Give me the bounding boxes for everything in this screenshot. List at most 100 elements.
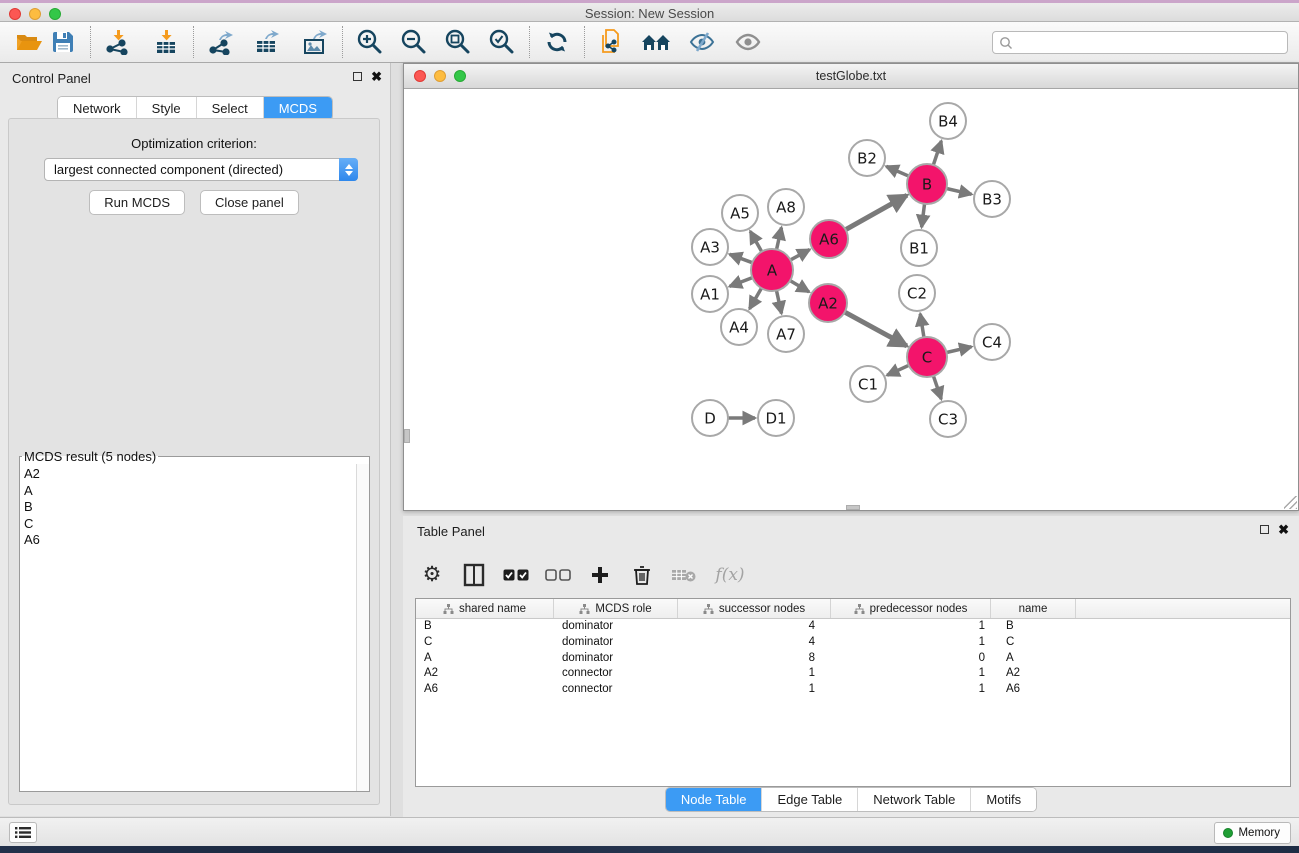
edge-C-C2[interactable]	[920, 314, 924, 337]
edge-C-C1[interactable]	[887, 365, 909, 375]
column-header-successor-nodes[interactable]: successor nodes	[678, 599, 831, 618]
zoom-selected-button[interactable]	[485, 25, 519, 59]
table-row[interactable]: A6connector11A6	[416, 682, 1290, 698]
refresh-button[interactable]	[540, 25, 574, 59]
graph-node-C[interactable]: C	[907, 337, 947, 377]
edge-A-A5[interactable]	[750, 231, 761, 251]
graph-node-A2[interactable]: A2	[809, 284, 847, 322]
graph-node-A[interactable]: A	[751, 249, 793, 291]
close-table-panel-icon[interactable]: ✖	[1278, 524, 1289, 535]
edge-A-A8[interactable]	[777, 227, 782, 249]
memory-button[interactable]: Memory	[1214, 822, 1291, 844]
result-list-item[interactable]: C	[24, 516, 356, 533]
result-list-item[interactable]: A	[24, 483, 356, 500]
close-panel-button[interactable]: Close panel	[200, 190, 299, 215]
edge-A-A2[interactable]	[790, 281, 809, 292]
import-network-button[interactable]	[101, 25, 135, 59]
graph-node-B[interactable]: B	[907, 164, 947, 204]
export-table-button[interactable]	[250, 25, 284, 59]
edge-C-C4[interactable]	[946, 347, 971, 353]
edge-B-B4[interactable]	[933, 141, 941, 165]
show-details-button[interactable]	[731, 25, 765, 59]
graph-node-B4[interactable]: B4	[930, 103, 966, 139]
column-header-predecessor-nodes[interactable]: predecessor nodes	[831, 599, 991, 618]
close-panel-icon[interactable]: ✖	[371, 71, 382, 82]
search-input[interactable]	[1014, 36, 1287, 50]
tab-network-table[interactable]: Network Table	[857, 788, 970, 811]
graph-node-B1[interactable]: B1	[901, 230, 937, 266]
edge-B-B2[interactable]	[886, 166, 908, 176]
graph-node-A3[interactable]: A3	[692, 229, 728, 265]
duplicate-network-button[interactable]	[595, 25, 629, 59]
select-all-rows-button[interactable]	[503, 562, 529, 588]
graph-node-B3[interactable]: B3	[974, 181, 1010, 217]
tab-network[interactable]: Network	[58, 97, 136, 120]
graph-node-A1[interactable]: A1	[692, 276, 728, 312]
edge-A-A3[interactable]	[730, 254, 753, 262]
resize-grip[interactable]	[1284, 496, 1297, 509]
table-mode-settings-button[interactable]: ⚙	[419, 562, 445, 588]
tab-mcds[interactable]: MCDS	[263, 97, 332, 120]
show-columns-button[interactable]	[461, 562, 487, 588]
network-canvas[interactable]: B4B2BB3A5A8A6A3AB1A1C2A4A7A2CC4C1C3DD1	[404, 89, 1298, 510]
graph-node-A5[interactable]: A5	[722, 195, 758, 231]
tab-select[interactable]: Select	[196, 97, 263, 120]
graph-node-C2[interactable]: C2	[899, 275, 935, 311]
graph-node-A8[interactable]: A8	[768, 189, 804, 225]
export-image-button[interactable]	[298, 25, 332, 59]
export-network-button[interactable]	[204, 25, 238, 59]
home-view-button[interactable]	[639, 25, 673, 59]
delete-columns-button[interactable]	[629, 562, 655, 588]
hide-details-button[interactable]	[685, 25, 719, 59]
column-header-MCDS-role[interactable]: MCDS role	[554, 599, 678, 618]
float-table-panel-icon[interactable]	[1260, 525, 1269, 534]
graph-node-C1[interactable]: C1	[850, 366, 886, 402]
vertical-scroll-thumb[interactable]	[404, 429, 410, 443]
network-window-titlebar[interactable]: testGlobe.txt	[404, 64, 1298, 89]
import-table-button[interactable]	[149, 25, 183, 59]
graph-node-D1[interactable]: D1	[758, 400, 794, 436]
result-scrollbar[interactable]	[356, 464, 369, 791]
create-column-button[interactable]	[587, 562, 613, 588]
save-session-button[interactable]	[46, 25, 80, 59]
table-row[interactable]: Adominator80A	[416, 651, 1290, 667]
tab-node-table[interactable]: Node Table	[666, 788, 762, 811]
column-header-name[interactable]: name	[991, 599, 1076, 618]
function-builder-button[interactable]: f(x)	[713, 562, 747, 588]
open-session-button[interactable]	[12, 25, 46, 59]
result-list-item[interactable]: B	[24, 499, 356, 516]
graph-node-A4[interactable]: A4	[721, 309, 757, 345]
tab-edge-table[interactable]: Edge Table	[761, 788, 857, 811]
deselect-all-rows-button[interactable]	[545, 562, 571, 588]
run-mcds-button[interactable]: Run MCDS	[89, 190, 185, 215]
float-panel-icon[interactable]	[353, 72, 362, 81]
edge-A-A4[interactable]	[750, 288, 762, 309]
table-row[interactable]: Bdominator41B	[416, 619, 1290, 635]
graph-node-D[interactable]: D	[692, 400, 728, 436]
graph-node-C3[interactable]: C3	[930, 401, 966, 437]
zoom-fit-button[interactable]	[441, 25, 475, 59]
task-history-button[interactable]	[9, 822, 37, 843]
column-header-shared-name[interactable]: shared name	[416, 599, 554, 618]
graph-node-A7[interactable]: A7	[768, 316, 804, 352]
result-list-item[interactable]: A2	[24, 466, 356, 483]
edge-B-B1[interactable]	[922, 204, 925, 227]
tab-style[interactable]: Style	[136, 97, 196, 120]
tab-motifs[interactable]: Motifs	[970, 788, 1036, 811]
horizontal-scroll-thumb[interactable]	[846, 505, 860, 510]
edge-C-C3[interactable]	[933, 376, 941, 399]
zoom-out-button[interactable]	[397, 25, 431, 59]
optimization-criterion-select[interactable]: largest connected component (directed)	[44, 158, 358, 181]
result-list-item[interactable]: A6	[24, 532, 356, 549]
edge-A2-C[interactable]	[845, 312, 907, 346]
table-row[interactable]: A2connector11A2	[416, 666, 1290, 682]
edge-A-A6[interactable]	[790, 250, 809, 260]
delete-table-button[interactable]	[671, 562, 697, 588]
graph-node-C4[interactable]: C4	[974, 324, 1010, 360]
table-row[interactable]: Cdominator41C	[416, 635, 1290, 651]
edge-A-A1[interactable]	[730, 278, 753, 287]
edge-B-B3[interactable]	[946, 188, 971, 194]
edge-A6-B[interactable]	[846, 195, 907, 229]
zoom-in-button[interactable]	[353, 25, 387, 59]
graph-node-A6[interactable]: A6	[810, 220, 848, 258]
